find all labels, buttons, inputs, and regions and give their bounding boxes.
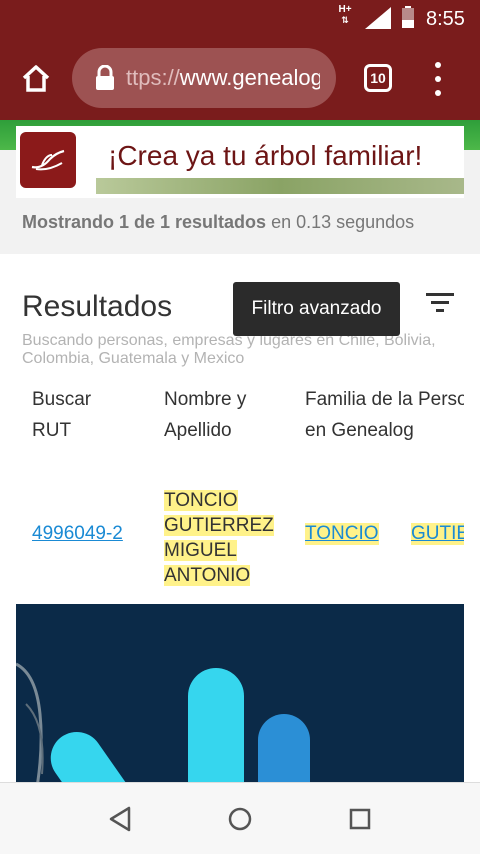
genealog-logo-icon xyxy=(20,132,76,188)
results-title: Resultados xyxy=(22,290,173,323)
back-triangle-icon xyxy=(109,806,131,832)
column-header-family: Familia de la Persona en Genealog xyxy=(305,389,464,441)
family-tree-banner[interactable]: ¡Crea ya tu árbol familiar! xyxy=(16,126,464,198)
column-header-rut: Buscar RUT xyxy=(32,389,92,441)
results-card: Resultados Buscando personas, empresas y… xyxy=(0,254,480,782)
results-summary: Mostrando 1 de 1 resultados en 0.13 segu… xyxy=(22,212,415,232)
signal-icon xyxy=(365,7,391,29)
rut-link[interactable]: 4996049-2 xyxy=(32,523,123,545)
filter-icon[interactable] xyxy=(426,292,454,312)
address-bar[interactable]: ttps://www.genealog xyxy=(72,48,336,108)
person-name: TONCIO GUTIERREZ MIGUEL ANTONIO xyxy=(164,490,274,586)
network-type: H+ ⇅ xyxy=(336,5,354,26)
search-description: Buscando personas, empresas y lugares en… xyxy=(22,332,436,367)
data-arrows-icon: ⇅ xyxy=(341,15,349,25)
clock: 8:55 xyxy=(426,8,465,30)
advanced-filter-tooltip: Filtro avanzado xyxy=(233,282,400,336)
battery-icon xyxy=(402,6,414,28)
advertisement-image[interactable] xyxy=(16,604,464,782)
status-bar: H+ ⇅ 8:55 xyxy=(0,0,480,38)
home-button[interactable] xyxy=(16,58,56,98)
back-button[interactable] xyxy=(106,805,134,833)
column-header-name: Nombre y Apellido xyxy=(164,389,247,441)
system-navigation-bar xyxy=(0,782,480,854)
family-link-first-name[interactable]: TONCIO xyxy=(305,523,379,545)
home-icon xyxy=(22,65,50,92)
home-nav-button[interactable] xyxy=(226,805,254,833)
browser-toolbar: ttps://www.genealog 10 xyxy=(0,38,480,120)
home-circle-icon xyxy=(228,807,252,831)
lock-icon xyxy=(96,65,114,90)
recents-button[interactable] xyxy=(346,805,374,833)
tab-count: 10 xyxy=(370,70,386,86)
banner-grass-image xyxy=(96,178,464,194)
url-text: ttps://www.genealog xyxy=(126,65,320,90)
web-page: ¡Crea ya tu árbol familiar! Mostrando 1 … xyxy=(0,120,480,782)
family-link-surname[interactable]: GUTIERREZ xyxy=(411,523,464,545)
tab-switcher-button[interactable]: 10 xyxy=(364,64,392,92)
banner-text: ¡Crea ya tu árbol familiar! xyxy=(108,140,423,171)
more-vert-icon[interactable] xyxy=(426,62,450,96)
recents-square-icon xyxy=(349,808,371,830)
results-table: Buscar RUT Nombre y Apellido Familia de … xyxy=(16,384,464,614)
